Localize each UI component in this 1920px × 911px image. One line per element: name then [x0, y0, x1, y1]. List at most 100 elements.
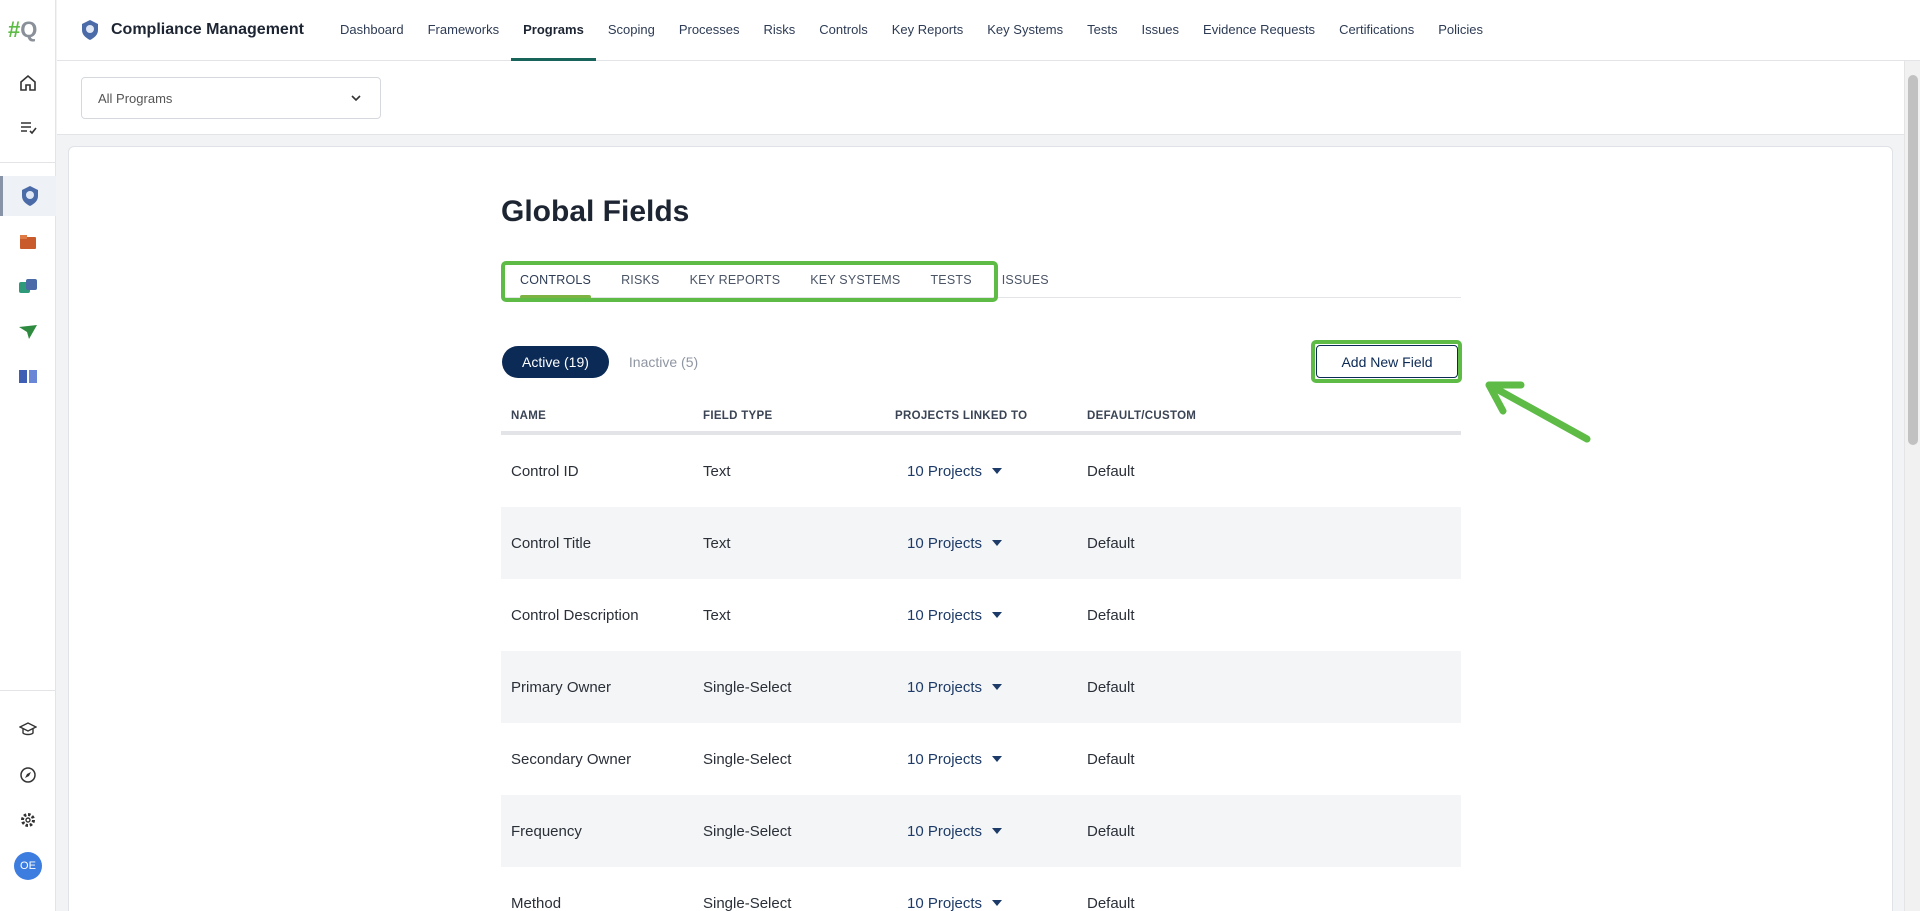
nav-controls[interactable]: Controls: [807, 0, 879, 59]
projects-dropdown[interactable]: 10 Projects: [885, 895, 1077, 911]
field-type: Single-Select: [703, 822, 792, 840]
chevron-down-icon: [351, 95, 361, 102]
gear-icon: [21, 813, 35, 827]
nav-key-reports[interactable]: Key Reports: [880, 0, 976, 59]
tab-key-reports[interactable]: KEY REPORTS: [675, 261, 796, 299]
tab-key-systems[interactable]: KEY SYSTEMS: [795, 261, 915, 299]
field-kind: Default: [1087, 534, 1135, 552]
user-menu-button[interactable]: OE: [0, 846, 56, 886]
field-type: Text: [703, 462, 731, 480]
projects-dropdown[interactable]: 10 Projects: [885, 679, 1077, 696]
nav-issues[interactable]: Issues: [1129, 0, 1191, 59]
book-icon: [19, 370, 37, 383]
logo-q: Q: [20, 17, 38, 42]
page-title: Global Fields: [501, 195, 690, 228]
projects-count: 10 Projects: [907, 678, 983, 696]
table-row[interactable]: Control ID Text 10 Projects Default: [501, 435, 1461, 507]
projects-count: 10 Projects: [907, 534, 983, 552]
projects-count: 10 Projects: [907, 462, 983, 480]
nav-processes[interactable]: Processes: [667, 0, 752, 59]
projects-dropdown[interactable]: 10 Projects: [885, 463, 1077, 480]
nav-programs[interactable]: Programs: [511, 0, 596, 61]
header-field-type[interactable]: FIELD TYPE: [693, 410, 885, 422]
learning-button[interactable]: [0, 709, 56, 749]
filter-bar: All Programs: [57, 61, 1904, 135]
caret-down-icon: [992, 828, 1003, 834]
projects-dropdown[interactable]: 10 Projects: [885, 751, 1077, 768]
folder-module-button[interactable]: [0, 222, 56, 262]
logo-hash: #: [8, 17, 21, 42]
nav-risks[interactable]: Risks: [752, 0, 808, 59]
tab-risks[interactable]: RISKS: [606, 261, 675, 299]
projects-count: 10 Projects: [907, 750, 983, 768]
tasks-list-icon: [21, 122, 37, 135]
field-name: Secondary Owner: [511, 750, 632, 768]
projects-dropdown[interactable]: 10 Projects: [885, 823, 1077, 840]
table-row[interactable]: Primary Owner Single-Select 10 Projects …: [501, 651, 1461, 723]
app-logo[interactable]: #Q: [8, 16, 48, 44]
inactive-filter-pill[interactable]: Inactive (5): [629, 346, 698, 378]
nav-certifications[interactable]: Certifications: [1327, 0, 1426, 59]
learning-cap-icon: [19, 722, 37, 736]
header-default-custom[interactable]: DEFAULT/CUSTOM: [1077, 410, 1277, 422]
home-icon: [20, 74, 36, 91]
nav-policies[interactable]: Policies: [1426, 0, 1495, 59]
sync-module-button[interactable]: [0, 267, 56, 307]
rail-divider: [0, 162, 56, 163]
page-scrollbar[interactable]: [1904, 61, 1920, 911]
projects-count: 10 Projects: [907, 606, 983, 624]
add-new-field-button[interactable]: Add New Field: [1316, 345, 1458, 378]
caret-down-icon: [992, 612, 1003, 618]
scrollbar-thumb[interactable]: [1908, 75, 1918, 445]
compliance-module-button[interactable]: [0, 176, 56, 216]
field-kind: Default: [1087, 678, 1135, 696]
header-projects-linked[interactable]: PROJECTS LINKED TO: [885, 410, 1077, 422]
field-name: Method: [511, 894, 562, 911]
entity-tabs: CONTROLS RISKS KEY REPORTS KEY SYSTEMS T…: [501, 261, 1064, 299]
caret-down-icon: [992, 900, 1003, 906]
tab-tests[interactable]: TESTS: [915, 261, 986, 299]
program-select[interactable]: All Programs: [81, 77, 381, 119]
caret-down-icon: [992, 468, 1003, 474]
table-row[interactable]: Secondary Owner Single-Select 10 Project…: [501, 723, 1461, 795]
content-card: Global Fields CONTROLS RISKS KEY REPORTS…: [68, 146, 1893, 911]
projects-dropdown[interactable]: 10 Projects: [885, 535, 1077, 552]
nav-scoping[interactable]: Scoping: [596, 0, 667, 59]
table-row[interactable]: Method Single-Select 10 Projects Default: [501, 867, 1461, 911]
nav-frameworks[interactable]: Frameworks: [416, 0, 512, 59]
table-header: NAME FIELD TYPE PROJECTS LINKED TO DEFAU…: [501, 401, 1461, 435]
table-row[interactable]: Frequency Single-Select 10 Projects Defa…: [501, 795, 1461, 867]
avatar: OE: [14, 852, 42, 880]
library-module-button[interactable]: [0, 356, 56, 396]
nav-evidence-requests[interactable]: Evidence Requests: [1191, 0, 1327, 59]
annotation-arrow-icon: [1485, 381, 1591, 443]
explore-button[interactable]: [0, 755, 56, 795]
caret-down-icon: [992, 684, 1003, 690]
table-row[interactable]: Control Title Text 10 Projects Default: [501, 507, 1461, 579]
rail-divider-bottom: [0, 690, 56, 691]
tab-issues[interactable]: ISSUES: [987, 261, 1064, 299]
left-rail: #Q OE: [0, 0, 56, 911]
settings-button[interactable]: [0, 800, 56, 840]
projects-dropdown[interactable]: 10 Projects: [885, 607, 1077, 624]
active-filter-pill[interactable]: Active (19): [502, 346, 609, 378]
top-navigation: Compliance Management Dashboard Framewor…: [57, 0, 1920, 61]
global-fields-table: NAME FIELD TYPE PROJECTS LINKED TO DEFAU…: [501, 401, 1461, 911]
field-name: Control ID: [511, 462, 579, 480]
table-row[interactable]: Control Description Text 10 Projects Def…: [501, 579, 1461, 651]
header-name[interactable]: NAME: [501, 410, 693, 422]
tasks-button[interactable]: [0, 107, 56, 147]
compliance-badge-icon: [21, 186, 38, 206]
field-type: Text: [703, 606, 731, 624]
nav-key-systems[interactable]: Key Systems: [975, 0, 1075, 59]
field-type: Single-Select: [703, 750, 792, 768]
home-button[interactable]: [0, 63, 56, 103]
caret-down-icon: [992, 540, 1003, 546]
field-name: Control Title: [511, 534, 592, 552]
send-module-button[interactable]: [0, 312, 56, 352]
nav-dashboard[interactable]: Dashboard: [328, 0, 416, 59]
tab-controls[interactable]: CONTROLS: [501, 261, 606, 299]
brand[interactable]: Compliance Management: [79, 0, 304, 59]
field-type: Single-Select: [703, 894, 792, 911]
nav-tests[interactable]: Tests: [1075, 0, 1129, 59]
